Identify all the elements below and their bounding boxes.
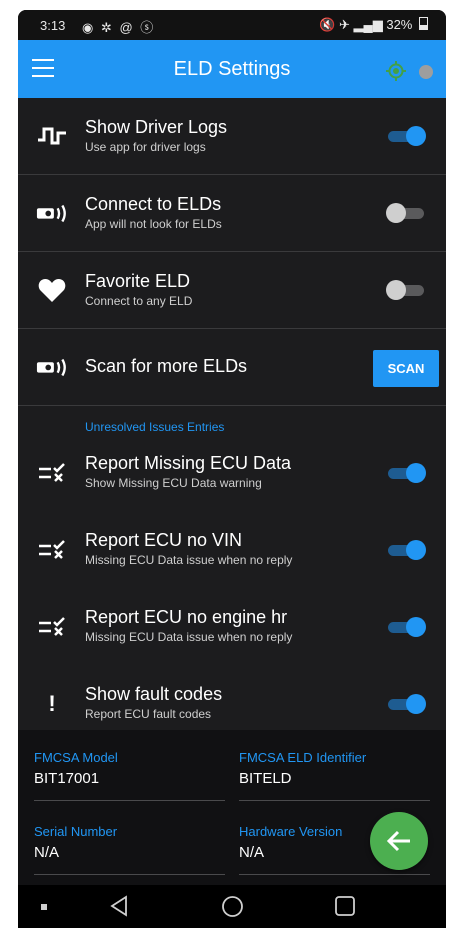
setting-subtitle: Use app for driver logs	[85, 140, 206, 154]
issue-report-ecu-no-engine-hr[interactable]: Report ECU no engine hr Missing ECU Data…	[18, 590, 446, 667]
status-right: 🔇 ✈ ▂▄▆ 32%	[319, 17, 428, 33]
issue-report-ecu-no-vin[interactable]: Report ECU no VIN Missing ECU Data issue…	[18, 513, 446, 590]
check-x-list-icon	[36, 611, 68, 643]
field-value: N/A	[239, 844, 265, 861]
setting-title: Show Driver Logs	[85, 117, 228, 137]
status-bar: 3:13 ◉ ✲ @ ⓢ 🔇 ✈ ▂▄▆ 32%	[18, 10, 446, 40]
notification-icons: ◉ ✲ @ ⓢ	[82, 20, 156, 35]
issue-title: Report Missing ECU Data	[85, 453, 292, 473]
field-label: FMCSA ELD Identifier	[239, 750, 367, 765]
square-dot-icon	[41, 904, 47, 910]
back-triangle-icon[interactable]	[108, 895, 130, 917]
connection-status-dot	[419, 65, 433, 79]
fmcsa-model-field: FMCSA Model BIT17001	[34, 750, 225, 801]
gps-target-icon[interactable]	[386, 61, 406, 81]
field-label: Serial Number	[34, 824, 118, 839]
battery-percent: 32%	[386, 17, 413, 32]
back-fab-button[interactable]	[370, 812, 428, 870]
setting-show-driver-logs[interactable]: Show Driver Logs Use app for driver logs	[18, 98, 446, 175]
issue-title: Report ECU no engine hr	[85, 607, 288, 627]
phone-screen: 3:13 ◉ ✲ @ ⓢ 🔇 ✈ ▂▄▆ 32% ELD Settings Sh…	[18, 10, 446, 928]
issue-title: Report ECU no VIN	[85, 530, 243, 550]
field-value: N/A	[34, 844, 60, 861]
setting-scan-for-elds: Scan for more ELDs SCAN	[18, 329, 446, 406]
serial-number-field: Serial Number N/A	[34, 824, 225, 875]
app-bar: ELD Settings	[18, 40, 446, 98]
issue-title: Show fault codes	[85, 684, 223, 704]
heart-icon	[36, 274, 68, 306]
status-time: 3:13	[40, 18, 66, 33]
eld-signal-icon	[36, 351, 68, 383]
field-label: FMCSA Model	[34, 750, 118, 765]
arrow-left-icon	[386, 830, 410, 852]
recents-square-icon[interactable]	[334, 895, 356, 917]
report-missing-ecu-data-toggle[interactable]	[386, 462, 426, 484]
check-x-list-icon	[36, 457, 68, 489]
setting-title: Connect to ELDs	[85, 194, 222, 214]
eld-signal-icon	[36, 197, 68, 229]
issue-subtitle: Show Missing ECU Data warning	[85, 476, 262, 490]
setting-title: Scan for more ELDs	[85, 356, 248, 376]
setting-subtitle: App will not look for ELDs	[85, 217, 222, 231]
setting-subtitle: Connect to any ELD	[85, 294, 193, 308]
field-value: BITELD	[239, 770, 292, 787]
setting-title: Favorite ELD	[85, 271, 191, 291]
scan-button[interactable]: SCAN	[373, 350, 439, 387]
issue-report-missing-ecu-data[interactable]: Report Missing ECU Data Show Missing ECU…	[18, 436, 446, 513]
section-header: Unresolved Issues Entries	[18, 406, 446, 436]
home-circle-icon[interactable]	[221, 895, 244, 918]
show-fault-codes-toggle[interactable]	[386, 693, 426, 715]
battery-icon	[419, 17, 428, 30]
settings-list: Show Driver Logs Use app for driver logs…	[18, 98, 446, 744]
issue-subtitle: Missing ECU Data issue when no reply	[85, 630, 293, 644]
fmcsa-eld-identifier-field: FMCSA ELD Identifier BITELD	[239, 750, 430, 801]
issue-subtitle: Report ECU fault codes	[85, 707, 212, 721]
check-x-list-icon	[36, 534, 68, 566]
issue-subtitle: Missing ECU Data issue when no reply	[85, 553, 293, 567]
report-ecu-no-vin-toggle[interactable]	[386, 539, 426, 561]
show-driver-logs-toggle[interactable]	[386, 125, 426, 147]
setting-favorite-eld[interactable]: Favorite ELD Connect to any ELD	[18, 252, 446, 329]
page-title: ELD Settings	[173, 58, 291, 80]
field-label: Hardware Version	[239, 824, 343, 839]
field-value: BIT17001	[34, 770, 100, 787]
connect-to-elds-toggle[interactable]	[386, 202, 426, 224]
pulse-icon	[36, 120, 68, 152]
system-nav-bar	[18, 885, 446, 928]
exclamation-icon: !	[48, 691, 56, 716]
section-label: Unresolved Issues Entries	[85, 420, 225, 434]
favorite-eld-toggle[interactable]	[386, 279, 426, 301]
report-ecu-no-engine-hr-toggle[interactable]	[386, 616, 426, 638]
setting-connect-to-elds[interactable]: Connect to ELDs App will not look for EL…	[18, 175, 446, 252]
system-icons: 🔇 ✈ ▂▄▆	[319, 17, 383, 32]
